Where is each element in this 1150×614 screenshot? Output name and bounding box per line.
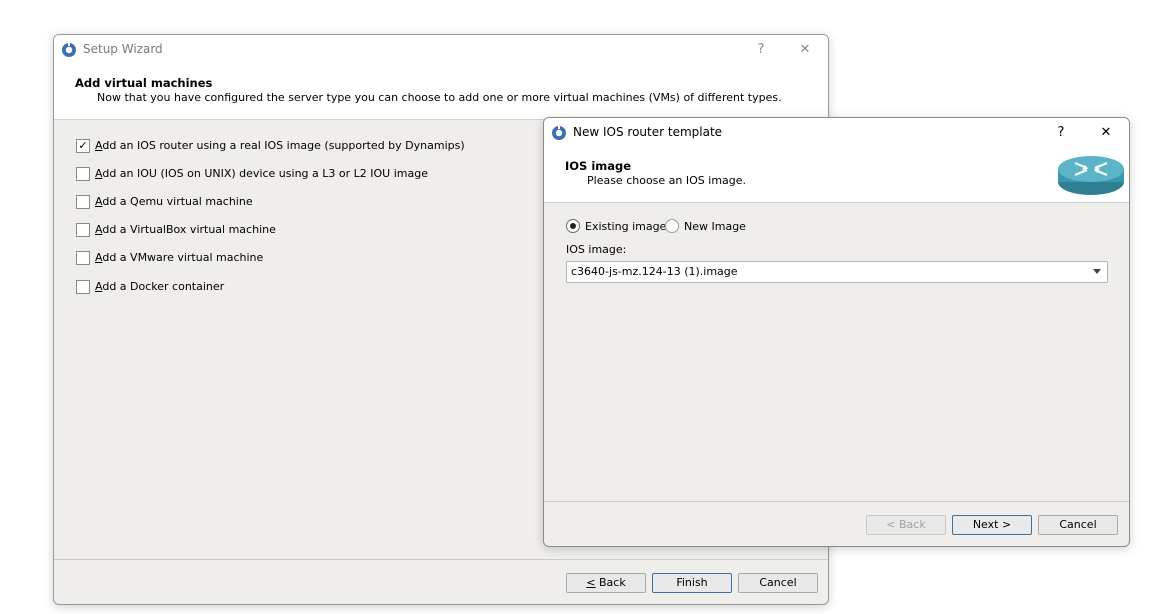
new-image-label[interactable]: New Image [684, 220, 746, 233]
close-icon[interactable]: ✕ [1096, 123, 1116, 143]
page-title: Add virtual machines [75, 76, 213, 90]
option-label: Add an IOU (IOS on UNIX) device using a … [95, 167, 428, 180]
ios-image-label: IOS image: [566, 243, 627, 256]
checkbox[interactable] [76, 167, 90, 181]
checkbox[interactable] [76, 280, 90, 294]
ios-dialog-header: IOS image Please choose an IOS image. [544, 148, 1129, 202]
router-icon [1058, 156, 1124, 195]
gns3-app-icon [552, 125, 566, 140]
checkbox[interactable] [76, 195, 90, 209]
header-divider [544, 202, 1129, 203]
existing-image-label[interactable]: Existing image [585, 220, 666, 233]
close-icon[interactable]: ✕ [795, 40, 815, 60]
help-button[interactable]: ? [1051, 123, 1071, 143]
footer-divider [54, 559, 828, 560]
cancel-button[interactable]: Cancel [738, 573, 818, 593]
footer-divider [544, 501, 1129, 502]
ios-dialog-titlebar: New IOS router template ? ✕ [544, 118, 1129, 148]
chevron-down-icon [1093, 269, 1101, 274]
checkbox[interactable] [76, 251, 90, 265]
ios-image-value: c3640-js-mz.124-13 (1).image [571, 265, 738, 278]
page-subtitle: Please choose an IOS image. [587, 174, 747, 187]
ios-image-select[interactable]: c3640-js-mz.124-13 (1).image [566, 261, 1108, 283]
option-label: Add a Docker container [95, 280, 225, 293]
setup-wizard-title: Setup Wizard [83, 42, 163, 56]
cancel-button[interactable]: Cancel [1038, 515, 1118, 535]
finish-button[interactable]: Finish [652, 573, 732, 593]
option-label: Add a VirtualBox virtual machine [95, 223, 276, 236]
help-button[interactable]: ? [751, 40, 771, 60]
page-title: IOS image [565, 159, 632, 173]
checkbox[interactable]: ✓ [76, 139, 90, 153]
option-label: Add an IOS router using a real IOS image… [95, 139, 465, 152]
existing-image-radio[interactable] [566, 219, 580, 233]
setup-wizard-titlebar: Setup Wizard ? ✕ [54, 35, 828, 65]
back-button[interactable]: < Back [866, 515, 946, 535]
ios-router-template-dialog: New IOS router template ? ✕ IOS image Pl… [543, 117, 1130, 547]
next-button[interactable]: Next > [952, 515, 1032, 535]
option-label: Add a Qemu virtual machine [95, 195, 253, 208]
page-subtitle: Now that you have configured the server … [97, 91, 782, 104]
gns3-app-icon [62, 42, 76, 57]
ios-dialog-title: New IOS router template [573, 125, 723, 139]
radio-dot [570, 223, 576, 229]
back-button[interactable]: < Back [566, 573, 646, 593]
new-image-radio[interactable] [665, 219, 679, 233]
checkbox[interactable] [76, 223, 90, 237]
setup-wizard-header: Add virtual machines Now that you have c… [54, 65, 828, 119]
option-label: Add a VMware virtual machine [95, 251, 264, 264]
